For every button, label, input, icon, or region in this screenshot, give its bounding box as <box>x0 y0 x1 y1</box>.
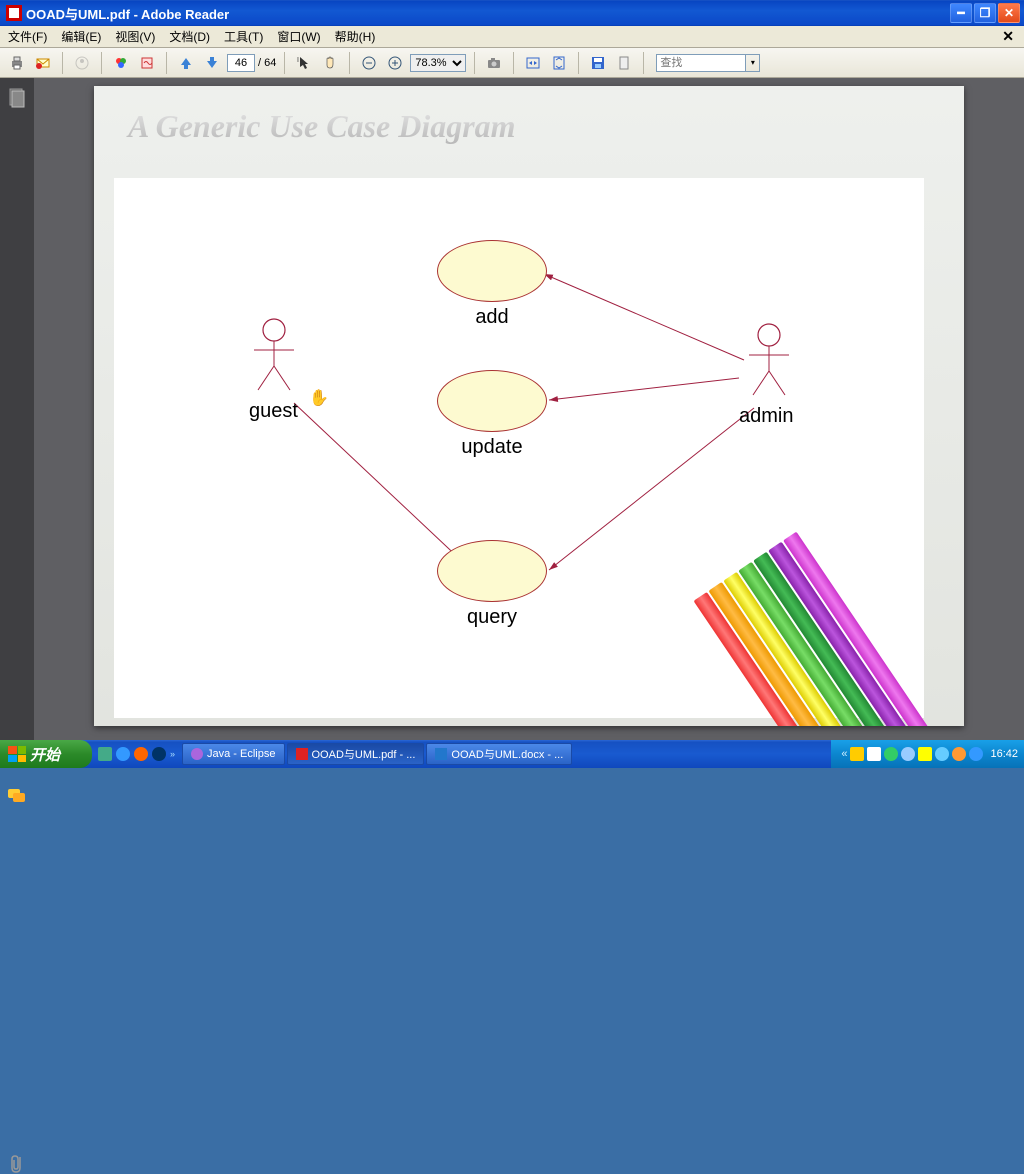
email-button[interactable] <box>32 52 54 74</box>
menu-view[interactable]: 视图(V) <box>111 26 159 47</box>
quick-launch-expand[interactable]: » <box>170 749 175 759</box>
hand-tool[interactable] <box>319 52 341 74</box>
hand-cursor-icon: ✋ <box>309 388 329 408</box>
windows-logo-icon <box>8 746 26 762</box>
menu-close-x[interactable]: ✕ <box>998 26 1020 47</box>
menu-bar: 文件(F) 编辑(E) 视图(V) 文档(D) 工具(T) 窗口(W) 帮助(H… <box>0 26 1024 48</box>
select-tool[interactable]: I <box>293 52 315 74</box>
search-dropdown[interactable]: ▾ <box>746 54 760 72</box>
usecase-query <box>437 540 547 602</box>
comments-panel-icon[interactable] <box>6 788 28 804</box>
tray-icon-8[interactable] <box>969 747 983 761</box>
fit-width-button[interactable] <box>522 52 544 74</box>
color-button[interactable] <box>110 52 132 74</box>
task-pdf[interactable]: OOAD与UML.pdf - ... <box>287 743 425 765</box>
close-button[interactable]: ✕ <box>998 3 1020 23</box>
tray-icon-6[interactable] <box>935 747 949 761</box>
usecase-add <box>437 240 547 302</box>
zoom-in-button[interactable] <box>384 52 406 74</box>
eclipse-icon <box>191 748 203 760</box>
menu-tools[interactable]: 工具(T) <box>220 26 267 47</box>
start-button[interactable]: 开始 <box>0 740 92 768</box>
navigation-pane <box>0 78 34 740</box>
actor-guest <box>244 318 304 399</box>
task-pdf-label: OOAD与UML.pdf - ... <box>312 746 416 762</box>
show-desktop-icon[interactable] <box>98 747 112 761</box>
menu-help[interactable]: 帮助(H) <box>331 26 380 47</box>
minimize-button[interactable]: ━ <box>950 3 972 23</box>
taskbar: 开始 » Java - Eclipse OOAD与UML.pdf - ... O… <box>0 740 1024 768</box>
pdf-task-icon <box>296 748 308 760</box>
page-down-button[interactable] <box>201 52 223 74</box>
menu-edit[interactable]: 编辑(E) <box>57 26 105 47</box>
menu-file[interactable]: 文件(F) <box>4 26 51 47</box>
tray-volume-icon[interactable] <box>918 747 932 761</box>
task-eclipse-label: Java - Eclipse <box>207 748 275 760</box>
actor-admin-label: admin <box>739 405 793 428</box>
quick-launch: » <box>92 740 181 768</box>
task-eclipse[interactable]: Java - Eclipse <box>182 743 284 765</box>
task-word-label: OOAD与UML.docx - ... <box>451 746 563 762</box>
usecase-update <box>437 370 547 432</box>
firefox-icon[interactable] <box>134 747 148 761</box>
task-word[interactable]: OOAD与UML.docx - ... <box>426 743 572 765</box>
search-input[interactable] <box>656 54 746 72</box>
sign-button[interactable] <box>136 52 158 74</box>
pages-panel-icon[interactable] <box>6 88 28 108</box>
ie-icon[interactable] <box>116 747 130 761</box>
menu-window[interactable]: 窗口(W) <box>273 26 324 47</box>
print-button[interactable] <box>6 52 28 74</box>
maximize-button[interactable]: ❐ <box>974 3 996 23</box>
usecase-query-label: query <box>467 606 517 629</box>
tray-expand-icon[interactable]: « <box>841 748 847 760</box>
window-title: OOAD与UML.pdf - Adobe Reader <box>26 4 950 23</box>
attachments-panel-icon[interactable] <box>6 1154 28 1174</box>
single-page-button[interactable] <box>613 52 635 74</box>
svg-text:I: I <box>297 57 299 64</box>
slide-title: A Generic Use Case Diagram <box>94 86 964 145</box>
zoom-out-button[interactable] <box>358 52 380 74</box>
tray-icon-2[interactable] <box>867 747 881 761</box>
start-label: 开始 <box>30 744 60 765</box>
pdf-icon <box>6 5 22 21</box>
document-viewport[interactable]: A Generic Use Case Diagram <box>34 78 1024 740</box>
page-number-input[interactable] <box>227 54 255 72</box>
zoom-select[interactable]: 78.3% <box>410 54 466 72</box>
usecase-add-label: add <box>475 306 508 329</box>
menu-document[interactable]: 文档(D) <box>165 26 214 47</box>
toolbar: / 64 I 78.3% ▾ <box>0 48 1024 78</box>
tray-icon-4[interactable] <box>901 747 915 761</box>
usecase-update-label: update <box>461 436 522 459</box>
fit-page-button[interactable] <box>548 52 570 74</box>
tray-icon-3[interactable] <box>884 747 898 761</box>
player-icon[interactable] <box>152 747 166 761</box>
page-total: / 64 <box>258 57 276 69</box>
actor-admin <box>739 323 799 404</box>
tray-icon-7[interactable] <box>952 747 966 761</box>
tray-icon-1[interactable] <box>850 747 864 761</box>
actor-guest-label: guest <box>249 400 298 423</box>
page-up-button[interactable] <box>175 52 197 74</box>
snapshot-button[interactable] <box>483 52 505 74</box>
collab-button[interactable] <box>71 52 93 74</box>
taskbar-clock[interactable]: 16:42 <box>990 748 1018 760</box>
pdf-page: A Generic Use Case Diagram <box>94 86 964 726</box>
word-task-icon <box>435 748 447 760</box>
window-titlebar: OOAD与UML.pdf - Adobe Reader ━ ❐ ✕ <box>0 0 1024 26</box>
system-tray: « 16:42 <box>831 740 1024 768</box>
save-button[interactable] <box>587 52 609 74</box>
